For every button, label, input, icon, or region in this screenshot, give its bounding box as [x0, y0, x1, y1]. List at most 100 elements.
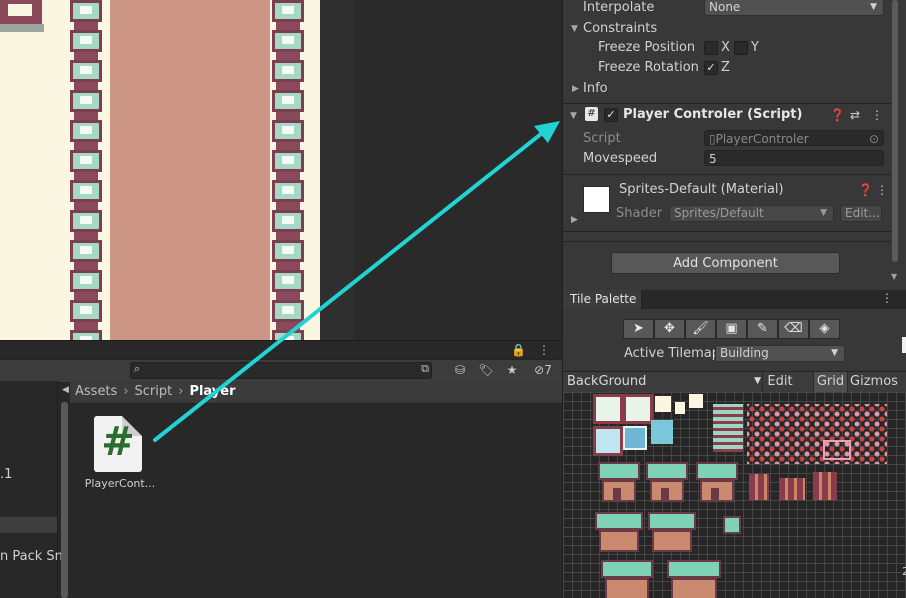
divider — [563, 174, 891, 175]
filter-by-label-icon[interactable]: 🏷 — [476, 361, 496, 380]
fill-tool-icon[interactable]: ◈ — [809, 319, 840, 339]
component-foldout-icon[interactable]: ▼ — [570, 111, 577, 121]
fence-tile — [272, 30, 304, 52]
search-icon: ⌕ — [134, 362, 141, 375]
water-tile[interactable] — [651, 420, 673, 444]
object-picker-icon[interactable]: ⊙ — [869, 131, 879, 147]
component-title[interactable]: Player Controler (Script) — [623, 107, 802, 122]
csharp-script-file-icon[interactable]: # — [94, 416, 142, 472]
wood-tile[interactable] — [813, 472, 837, 500]
large-house-tile[interactable] — [595, 512, 643, 552]
filter-by-type-icon[interactable]: ⛁ — [450, 361, 470, 380]
house-tile[interactable] — [598, 462, 640, 502]
freeze-position-y-checkbox[interactable] — [734, 41, 748, 55]
material-menu-icon[interactable]: ⋮ — [876, 183, 888, 197]
interpolate-dropdown[interactable]: None ▼ — [704, 0, 884, 16]
ground-tile[interactable] — [689, 394, 703, 408]
ground-tile[interactable] — [655, 396, 671, 412]
active-tilemap-dropdown[interactable]: Building ▼ — [715, 345, 845, 362]
fence-tile[interactable] — [593, 394, 623, 424]
component-enabled-checkbox[interactable]: ✓ — [604, 108, 618, 122]
shader-edit-button[interactable]: Edit... — [840, 205, 882, 222]
palette-menu-icon[interactable]: ⋮ — [881, 291, 893, 305]
foldout-open-icon[interactable]: ▼ — [571, 24, 578, 34]
gizmos-toggle-button[interactable]: Gizmos — [847, 372, 900, 393]
wood-tile[interactable] — [779, 478, 805, 500]
box-fill-tool-icon[interactable]: ▣ — [716, 319, 747, 339]
foldout-closed-icon[interactable]: ▶ — [572, 84, 579, 94]
house-tile[interactable] — [646, 462, 688, 502]
breadcrumb-item-assets[interactable]: Assets — [75, 384, 117, 399]
material-help-icon[interactable]: ❓ — [858, 183, 873, 197]
fence-tile[interactable] — [623, 394, 653, 424]
large-house-tile[interactable] — [667, 560, 721, 598]
hidden-packages-toggle[interactable]: ⊘7 — [528, 361, 558, 380]
fence-post-tiles[interactable] — [713, 404, 743, 452]
breadcrumb-item-player[interactable]: Player — [189, 384, 235, 399]
more-menu-icon[interactable]: ⋮ — [538, 343, 550, 357]
eye-slash-icon: ⊘ — [534, 363, 545, 377]
add-component-button[interactable]: Add Component — [611, 252, 840, 274]
move-tool-icon[interactable]: ✥ — [654, 319, 685, 339]
window-edge — [902, 337, 906, 353]
shader-dropdown[interactable]: Sprites/Default ▼ — [669, 205, 834, 222]
arch-tile[interactable] — [823, 440, 851, 460]
fence-tile — [272, 270, 304, 292]
fence-tile — [272, 210, 304, 232]
project-search-input[interactable]: ⌕ ⧉ — [130, 362, 432, 379]
select-tool-icon[interactable]: ➤ — [623, 319, 654, 339]
constraints-label[interactable]: Constraints — [583, 21, 657, 36]
chevron-right-icon: › — [123, 384, 129, 399]
decoration-tiles[interactable] — [747, 404, 887, 464]
lock-icon[interactable]: 🔒 — [511, 343, 526, 357]
palette-edit-button[interactable]: Edit — [762, 372, 797, 393]
freeze-position-x-checkbox[interactable] — [704, 41, 718, 55]
ground-tile[interactable] — [675, 402, 685, 414]
material-foldout-icon[interactable]: ▶ — [571, 215, 578, 225]
scene-edge — [320, 0, 354, 340]
house-tile[interactable] — [696, 462, 738, 502]
palette-dropdown[interactable]: BackGround ▼ — [567, 374, 761, 389]
tile-palette-grid[interactable] — [563, 392, 906, 598]
help-icon[interactable]: ❓ — [830, 108, 845, 122]
folder-tree-item[interactable]: n Pack Sn — [0, 549, 63, 564]
favorite-star-icon[interactable]: ★ — [502, 361, 522, 380]
grid-toggle-button[interactable]: Grid — [813, 372, 847, 393]
water-tile[interactable] — [593, 426, 623, 456]
fence-tile — [272, 180, 304, 202]
fence-tile — [272, 150, 304, 172]
fence-tile — [272, 330, 304, 340]
fence-tile — [70, 330, 102, 340]
material-title: Sprites-Default (Material) — [619, 182, 784, 197]
small-roof-tile[interactable] — [723, 516, 741, 534]
scene-view[interactable] — [0, 0, 562, 340]
preset-icon[interactable]: ⇄ — [850, 108, 860, 122]
movespeed-input[interactable]: 5 — [704, 150, 884, 166]
inspector-scrollbar[interactable]: ▼ — [890, 0, 900, 285]
search-by-type-icon[interactable]: ⧉ — [421, 362, 429, 376]
eraser-tool-icon[interactable]: ⌫ — [778, 319, 809, 339]
scrollbar-thumb[interactable] — [892, 0, 898, 262]
tab-tile-palette[interactable]: Tile Palette — [563, 290, 642, 309]
folder-tree-scrollbar[interactable] — [61, 402, 68, 598]
collapse-tree-icon[interactable]: ◀ — [62, 385, 69, 395]
fence-tile — [70, 240, 102, 262]
picker-tool-icon[interactable]: ✎ — [747, 319, 778, 339]
water-tile[interactable] — [623, 426, 647, 450]
script-object-field[interactable]: ▯PlayerControler ⊙ — [704, 130, 884, 146]
script-file-label[interactable]: PlayerCont... — [80, 477, 160, 490]
breadcrumb-item-script[interactable]: Script — [135, 384, 173, 399]
tile-palette-tabbar: Tile Palette ⋮ — [563, 290, 906, 309]
scroll-down-icon[interactable]: ▼ — [891, 272, 897, 281]
brush-tool-icon[interactable]: 🖌 — [685, 319, 716, 339]
wood-tile[interactable] — [749, 474, 769, 500]
project-folder-tree[interactable]: .1 n Pack Sn — [0, 381, 63, 598]
freeze-rotation-z-checkbox[interactable]: ✓ — [704, 61, 718, 75]
dropdown-arrow-icon: ▼ — [870, 2, 877, 12]
folder-tree-item[interactable]: .1 — [0, 467, 12, 482]
movespeed-label: Movespeed — [583, 151, 658, 166]
info-label[interactable]: Info — [583, 81, 608, 96]
component-menu-icon[interactable]: ⋮ — [871, 108, 883, 122]
large-house-tile[interactable] — [648, 512, 696, 552]
large-house-tile[interactable] — [601, 560, 653, 598]
